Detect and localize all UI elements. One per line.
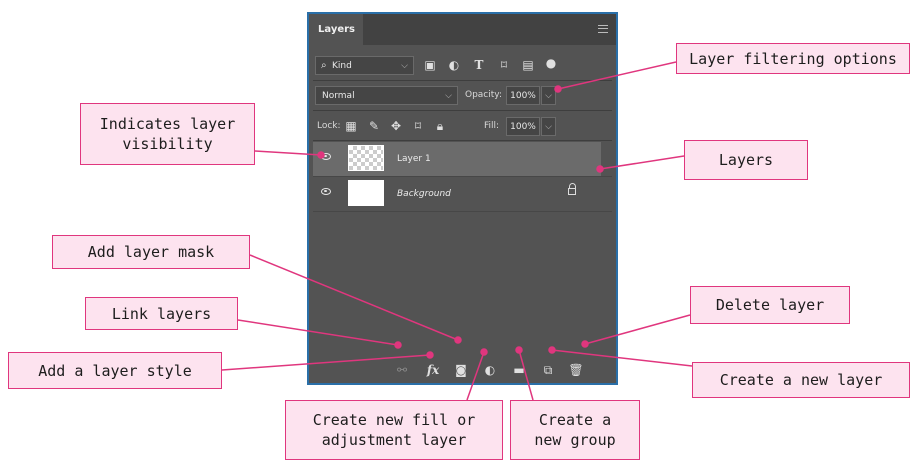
leader-style: [221, 354, 431, 371]
leader-new-layer: [551, 349, 693, 367]
callout-add-layer-mask: Add layer mask: [52, 235, 250, 269]
callout-link-layers: Link layers: [85, 297, 238, 330]
callout-create-new-layer: Create a new layer: [692, 362, 910, 398]
leader-fill-adjust: [466, 351, 485, 401]
leader-group: [518, 349, 534, 401]
leader-dot: [515, 346, 523, 354]
leader-dot: [554, 85, 562, 93]
callout-delete-layer: Delete layer: [690, 286, 850, 324]
leader-filtering: [557, 61, 677, 90]
callout-create-new-group: Create a new group: [510, 400, 640, 460]
leader-dot: [454, 336, 462, 344]
leader-visibility: [254, 150, 322, 156]
callout-layer-filtering: Layer filtering options: [676, 43, 910, 74]
leader-dot: [581, 340, 589, 348]
leader-dot: [317, 151, 325, 159]
leader-link: [237, 319, 399, 346]
callout-layers: Layers: [684, 140, 808, 180]
leader-dot: [394, 341, 402, 349]
leader-layers: [599, 155, 685, 170]
leader-delete: [584, 314, 691, 345]
callout-layer-visibility: Indicates layer visibility: [80, 103, 255, 165]
callout-create-fill-adjustment-layer: Create new fill or adjustment layer: [285, 400, 503, 460]
leader-dot: [596, 165, 604, 173]
leader-dot: [480, 348, 488, 356]
leader-dot: [548, 346, 556, 354]
callout-add-layer-style: Add a layer style: [8, 352, 222, 389]
leader-dot: [426, 351, 434, 359]
